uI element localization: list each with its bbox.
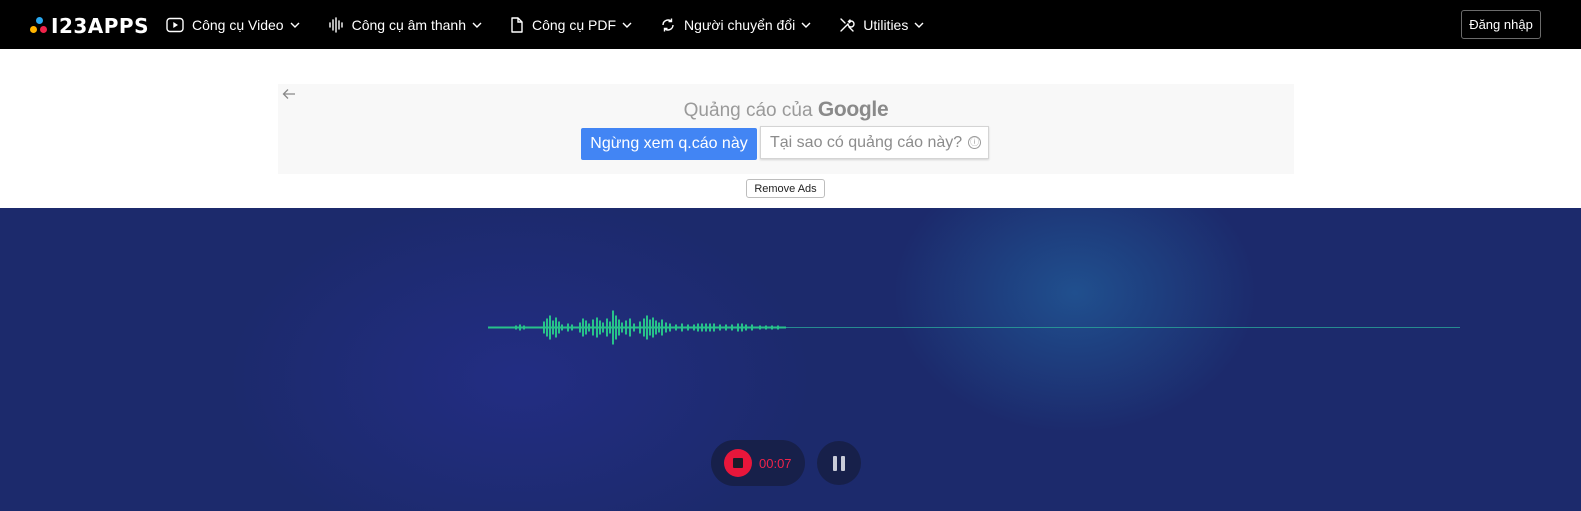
why-this-ad-button[interactable]: Tại sao có quảng cáo này? ⓘ <box>760 126 989 159</box>
ad-title-prefix: Quảng cáo của <box>683 100 813 121</box>
stop-icon <box>724 449 752 477</box>
nav-item-label: Công cụ PDF <box>532 16 617 33</box>
google-logo-text: Google <box>817 98 889 121</box>
nav-item-label: Công cụ âm thanh <box>351 16 466 33</box>
why-this-ad-label: Tại sao có quảng cáo này? <box>770 133 963 151</box>
login-button[interactable]: Đăng nhập <box>1461 10 1541 39</box>
logo-text: I23APPS <box>51 14 149 38</box>
remove-ads-button[interactable]: Remove Ads <box>746 179 825 198</box>
recording-controls: 00:07 <box>711 440 861 486</box>
audio-wave-icon <box>328 16 344 33</box>
stop-ad-button[interactable]: Ngừng xem q.cáo này <box>581 128 757 160</box>
nav-item-video-tools[interactable]: Công cụ Video <box>166 17 300 33</box>
main-nav: Công cụ Video Công cụ âm thanh Công cụ P… <box>166 0 952 49</box>
recording-timer: 00:07 <box>759 455 792 471</box>
ad-title: Quảng cáo của Google <box>278 98 1294 122</box>
nav-item-label: Utilities <box>863 16 909 33</box>
nav-item-pdf-tools[interactable]: Công cụ PDF <box>510 17 632 33</box>
chevron-down-icon <box>914 22 924 28</box>
nav-item-audio-tools[interactable]: Công cụ âm thanh <box>328 17 482 33</box>
nav-item-label: Công cụ Video <box>192 16 284 33</box>
chevron-down-icon <box>622 22 632 28</box>
logo[interactable]: I23APPS <box>29 14 149 38</box>
ad-panel: Quảng cáo của Google Ngừng xem q.cáo này… <box>278 84 1294 174</box>
nav-item-label: Người chuyển đổi <box>684 16 796 33</box>
chevron-down-icon <box>472 22 482 28</box>
info-icon: ⓘ <box>968 136 982 149</box>
recorder-area: 00:07 <box>0 208 1581 511</box>
video-play-icon <box>166 17 184 33</box>
logo-icon <box>29 16 49 36</box>
chevron-down-icon <box>801 22 811 28</box>
document-icon <box>510 16 524 33</box>
top-navbar: I23APPS Công cụ Video Công cụ âm thanh C… <box>0 0 1581 49</box>
chevron-down-icon <box>290 22 300 28</box>
nav-item-converters[interactable]: Người chuyển đổi <box>660 17 811 33</box>
stop-recording-button[interactable]: 00:07 <box>711 440 805 486</box>
nav-item-utilities[interactable]: Utilities <box>839 17 924 33</box>
tools-icon <box>839 17 855 33</box>
convert-icon <box>660 17 676 33</box>
pause-button[interactable] <box>817 441 861 485</box>
